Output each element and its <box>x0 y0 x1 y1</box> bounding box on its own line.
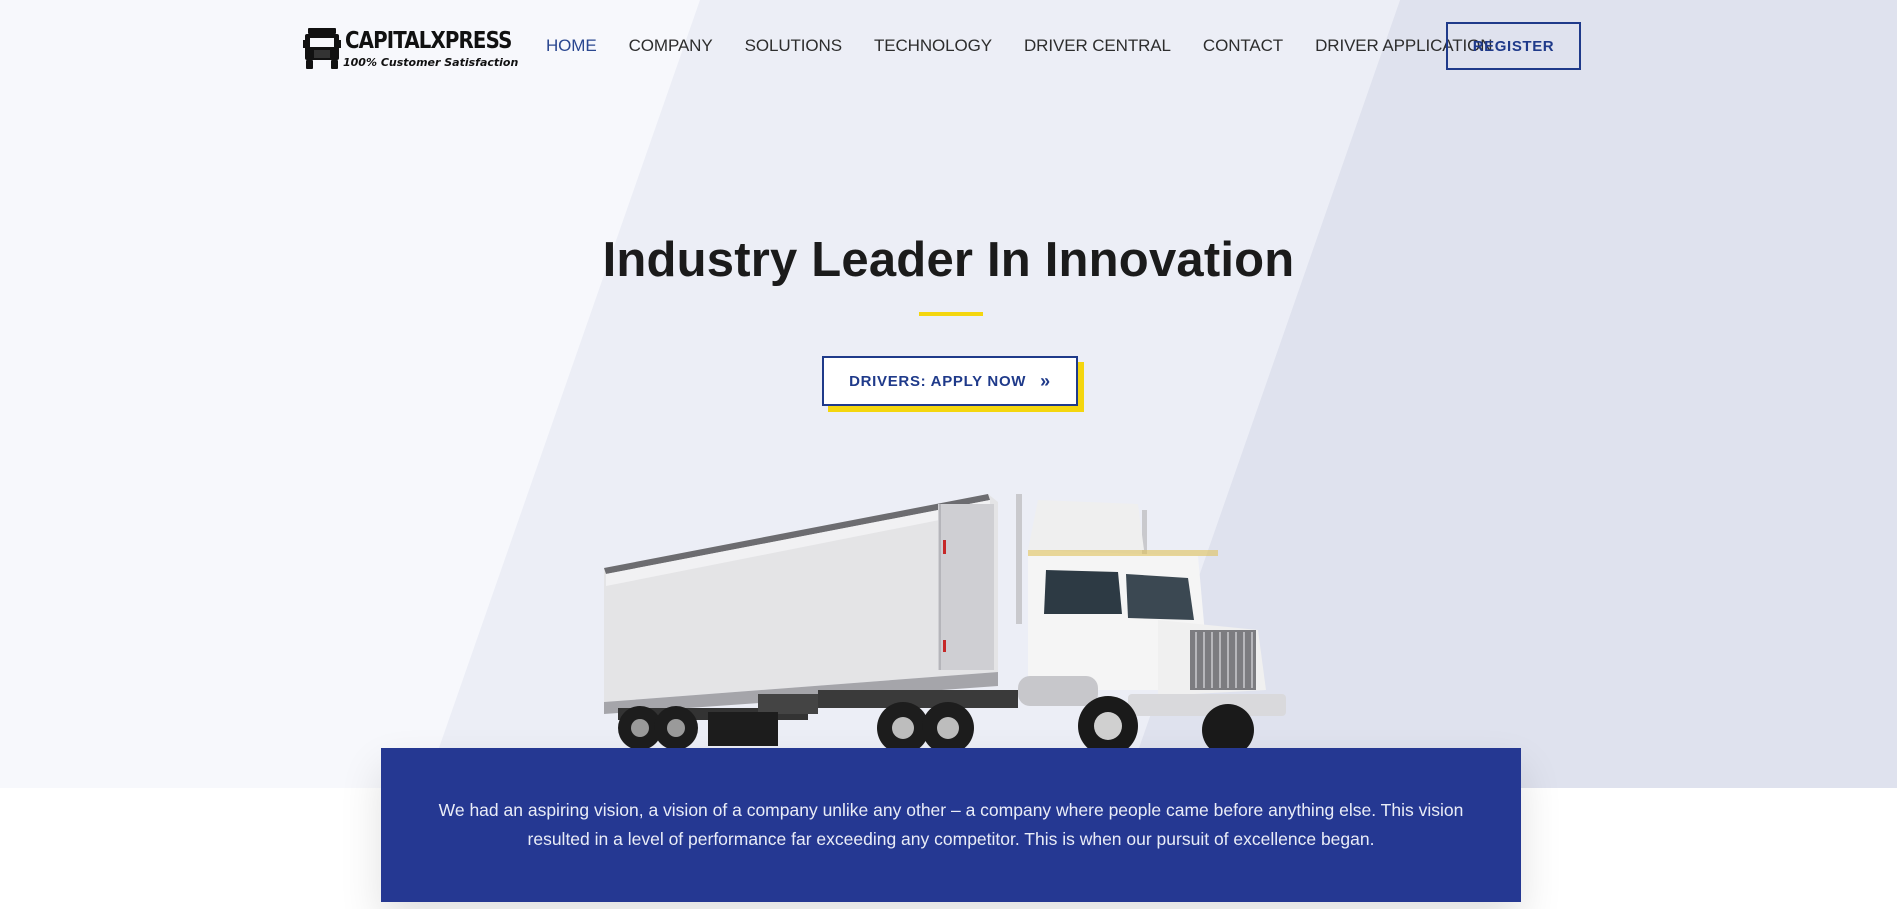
double-chevron-right-icon: » <box>1040 370 1051 391</box>
apply-now-cta: DRIVERS: APPLY NOW » <box>822 356 1084 412</box>
nav-item-driver-central[interactable]: DRIVER CENTRAL <box>1024 36 1171 56</box>
truck-logo-icon <box>303 28 341 69</box>
brand-tagline: 100% Customer Satisfaction <box>343 56 519 69</box>
vision-statement-box: We had an aspiring vision, a vision of a… <box>381 748 1521 902</box>
nav-item-solutions[interactable]: SOLUTIONS <box>745 36 842 56</box>
register-button[interactable]: REGISTER <box>1446 22 1581 70</box>
nav-item-contact[interactable]: CONTACT <box>1203 36 1283 56</box>
headline-underline <box>919 312 983 316</box>
hero-headline: Industry Leader In Innovation <box>602 233 1295 287</box>
nav-item-technology[interactable]: TECHNOLOGY <box>874 36 992 56</box>
semi-truck-image <box>604 494 1286 756</box>
hero-section: CAPITALXPRESS 100% Customer Satisfaction… <box>0 0 1897 788</box>
main-nav: HOME COMPANY SOLUTIONS TECHNOLOGY DRIVER… <box>546 36 1524 56</box>
brand-name: CAPITALXPRESS <box>345 28 512 54</box>
nav-item-company[interactable]: COMPANY <box>629 36 713 56</box>
brand-logo[interactable]: CAPITALXPRESS 100% Customer Satisfaction <box>303 24 518 72</box>
vision-statement: We had an aspiring vision, a vision of a… <box>438 800 1464 849</box>
apply-now-label: DRIVERS: APPLY NOW <box>849 372 1027 390</box>
apply-now-button[interactable]: DRIVERS: APPLY NOW » <box>822 356 1078 406</box>
nav-item-home[interactable]: HOME <box>546 36 597 56</box>
